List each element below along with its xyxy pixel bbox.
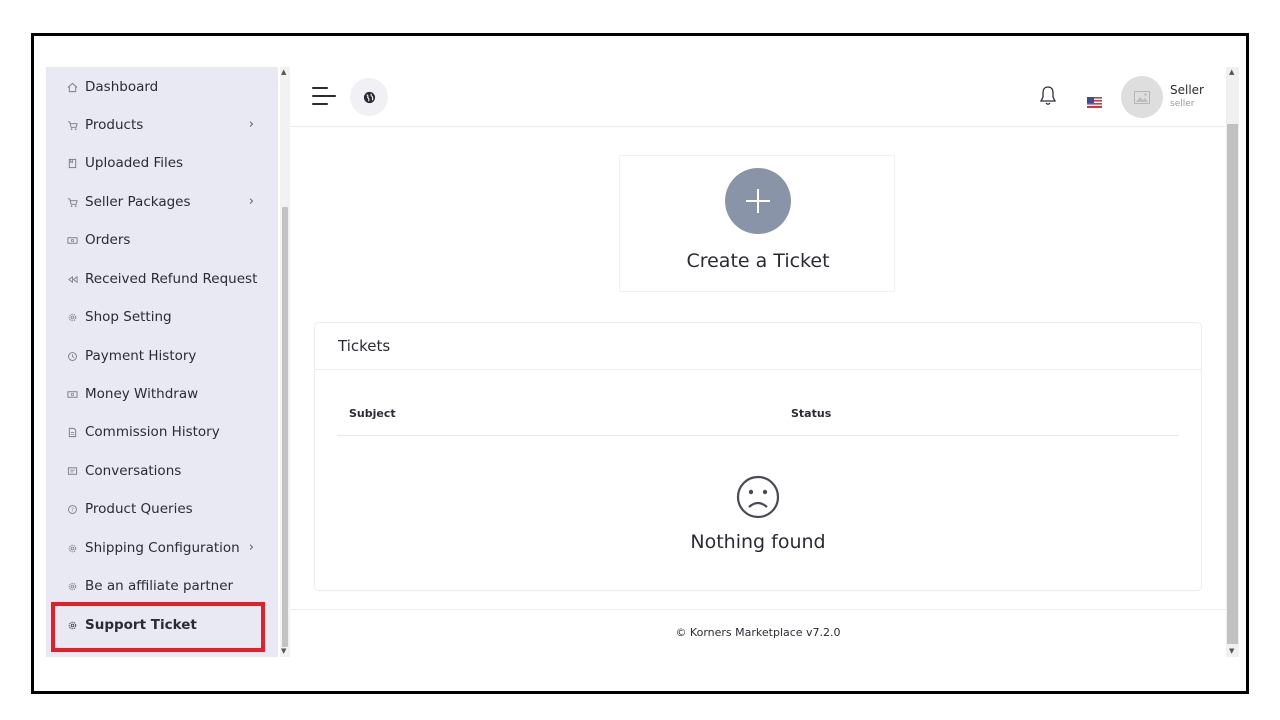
sidebar-item-refund-request[interactable]: Received Refund Request [46,260,278,298]
sidebar-item-orders[interactable]: Orders [46,221,278,259]
folder-icon [66,157,78,169]
sidebar-item-label: Seller Packages [85,194,191,210]
sidebar-item-label: Product Queries [85,501,193,517]
sidebar-item-label: Be an affiliate partner [85,578,234,594]
sidebar-item-affiliate-partner[interactable]: Be an affiliate partner [46,567,278,605]
plus-icon[interactable] [725,168,791,234]
table-divider [337,435,1179,436]
scroll-down-arrow-icon[interactable]: ▼ [1229,647,1234,655]
app-window: Dashboard Products › Uploaded Files Sell… [46,67,1239,657]
globe-icon[interactable] [350,78,388,116]
sidebar-item-label: Money Withdraw [85,386,199,402]
highlight-box [51,602,265,652]
column-header-subject: Subject [349,407,396,420]
sidebar-item-label: Received Refund Request [85,271,258,287]
scrollbar-thumb[interactable] [282,207,288,647]
sidebar: Dashboard Products › Uploaded Files Sell… [46,67,278,657]
question-icon: ? [66,503,78,515]
tickets-card: Tickets Subject Status Nothing found [314,322,1202,591]
chat-icon [66,465,78,477]
backward-icon [66,273,78,285]
sidebar-item-conversations[interactable]: Conversations [46,452,278,490]
file-icon [66,426,78,438]
sidebar-item-product-queries[interactable]: ? Product Queries [46,490,278,528]
column-header-status: Status [791,407,832,420]
scroll-down-arrow-icon[interactable]: ▼ [281,647,286,655]
top-navbar: Seller seller [290,67,1226,127]
chevron-right-icon: › [248,540,254,555]
user-name[interactable]: Seller [1170,83,1204,97]
sidebar-item-label: Products [85,117,144,133]
menu-toggle-icon[interactable] [312,87,336,107]
sad-face-icon [735,474,781,520]
sidebar-item-label: Commission History [85,424,220,440]
avatar[interactable] [1121,76,1163,118]
history-icon [66,350,78,362]
money-icon [66,234,78,246]
create-ticket-card[interactable]: Create a Ticket [619,155,895,292]
screenshot-frame: Dashboard Products › Uploaded Files Sell… [31,33,1249,694]
home-icon [66,81,78,93]
image-placeholder-icon [1134,90,1150,104]
sidebar-item-label: Uploaded Files [85,155,184,171]
money-icon [66,388,78,400]
sidebar-item-label: Orders [85,232,131,248]
gear-icon [66,311,78,323]
chevron-right-icon: › [248,194,254,209]
sidebar-item-commission-history[interactable]: Commission History [46,413,278,451]
us-flag-icon[interactable] [1087,93,1102,108]
sidebar-scrollbar[interactable]: ▲ ▼ [280,67,290,657]
sidebar-item-shipping-configuration[interactable]: Shipping Configuration › [46,529,278,567]
footer-text: © Korners Marketplace v7.2.0 [675,626,841,639]
sidebar-item-shop-setting[interactable]: Shop Setting [46,298,278,336]
main-scrollbar[interactable]: ▲ ▼ [1226,67,1239,657]
sidebar-item-label: Dashboard [85,79,159,95]
footer: © Korners Marketplace v7.2.0 [290,609,1226,657]
svg-text:?: ? [71,507,74,513]
tickets-title: Tickets [315,323,1201,370]
cart-icon [66,119,78,131]
scrollbar-thumb[interactable] [1227,124,1238,644]
sidebar-item-label: Conversations [85,463,182,479]
gear-icon [66,580,78,592]
sidebar-item-label: Shipping Configuration [85,540,240,556]
scroll-up-arrow-icon[interactable]: ▲ [281,68,286,76]
bell-icon[interactable] [1038,85,1058,107]
user-role: seller [1170,99,1195,109]
sidebar-item-money-withdraw[interactable]: Money Withdraw [46,375,278,413]
main-content: Seller seller Create a Ticket Tickets Su… [290,67,1226,657]
chevron-right-icon: › [248,117,254,132]
scroll-up-arrow-icon[interactable]: ▲ [1229,68,1234,76]
sidebar-item-seller-packages[interactable]: Seller Packages › [46,183,278,221]
sidebar-item-payment-history[interactable]: Payment History [46,337,278,375]
cart-icon [66,196,78,208]
sidebar-item-products[interactable]: Products › [46,106,278,144]
sidebar-item-dashboard[interactable]: Dashboard [46,68,278,106]
create-ticket-label[interactable]: Create a Ticket [620,250,896,272]
empty-state-text: Nothing found [690,531,826,553]
gear-icon [66,542,78,554]
sidebar-item-label: Payment History [85,348,197,364]
sidebar-item-label: Shop Setting [85,309,172,325]
sidebar-item-uploaded-files[interactable]: Uploaded Files [46,144,278,182]
